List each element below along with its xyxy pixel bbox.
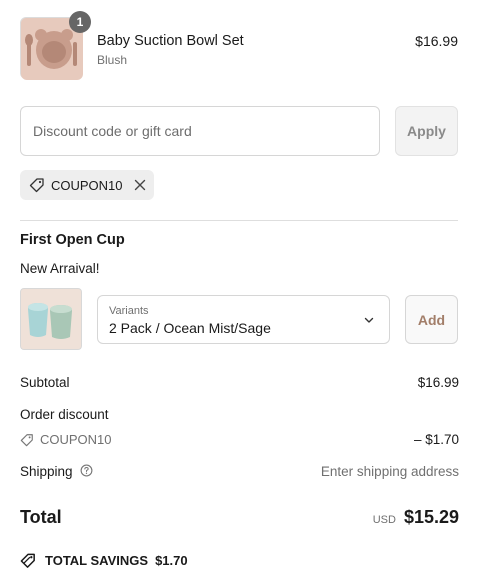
total-savings: TOTAL SAVINGS $1.70 [20,552,188,569]
section-divider [20,220,458,221]
product-variant: Blush [97,53,128,67]
quantity-badge: 1 [69,11,91,33]
upsell-title: First Open Cup [20,232,125,248]
total-currency: USD [372,514,396,526]
product-title: Baby Suction Bowl Set [97,33,244,49]
tag-icon [20,433,33,446]
variant-select-label: Variants [109,305,149,317]
total-amount: $15.29 [403,507,459,527]
applied-coupon-code: COUPON10 [51,177,123,193]
total-amount-group: USD $15.29 [373,507,459,528]
cart-line-item: 1 Baby Suction Bowl Set Blush $16.99 [20,11,458,81]
shipping-value: Enter shipping address [320,464,459,479]
product-thumbnail: 1 [20,11,91,80]
close-icon[interactable] [133,178,147,192]
subtotal-label: Subtotal [20,375,70,390]
order-discount-label: Order discount [20,407,109,422]
variant-select-value: 2 Pack / Ocean Mist/Sage [109,320,271,336]
discount-code-input[interactable] [20,106,380,156]
help-circle-icon[interactable] [80,464,93,477]
order-discount-value: – $1.70 [413,432,459,447]
variant-select[interactable]: Variants 2 Pack / Ocean Mist/Sage [97,295,390,344]
shipping-label-text: Shipping [20,464,73,479]
shipping-label: Shipping [20,464,93,479]
subtotal-value: $16.99 [417,375,459,390]
apply-discount-button[interactable]: Apply [395,106,458,156]
product-price: $16.99 [415,33,458,49]
order-discount-code: COUPON10 [20,432,112,447]
chevron-down-icon [364,317,374,323]
total-savings-label: TOTAL SAVINGS [45,553,149,568]
applied-coupon-chip: COUPON10 [20,170,154,200]
upsell-product-thumbnail [20,288,82,350]
total-label: Total [20,507,62,527]
total-savings-value: $1.70 [155,553,188,568]
add-upsell-button[interactable]: Add [405,295,458,344]
order-discount-code-text: COUPON10 [40,432,112,447]
open-cup-image [21,289,81,349]
savings-tag-icon [20,553,35,568]
upsell-subtitle: New Arraival! [20,261,100,276]
tag-icon [29,178,44,193]
